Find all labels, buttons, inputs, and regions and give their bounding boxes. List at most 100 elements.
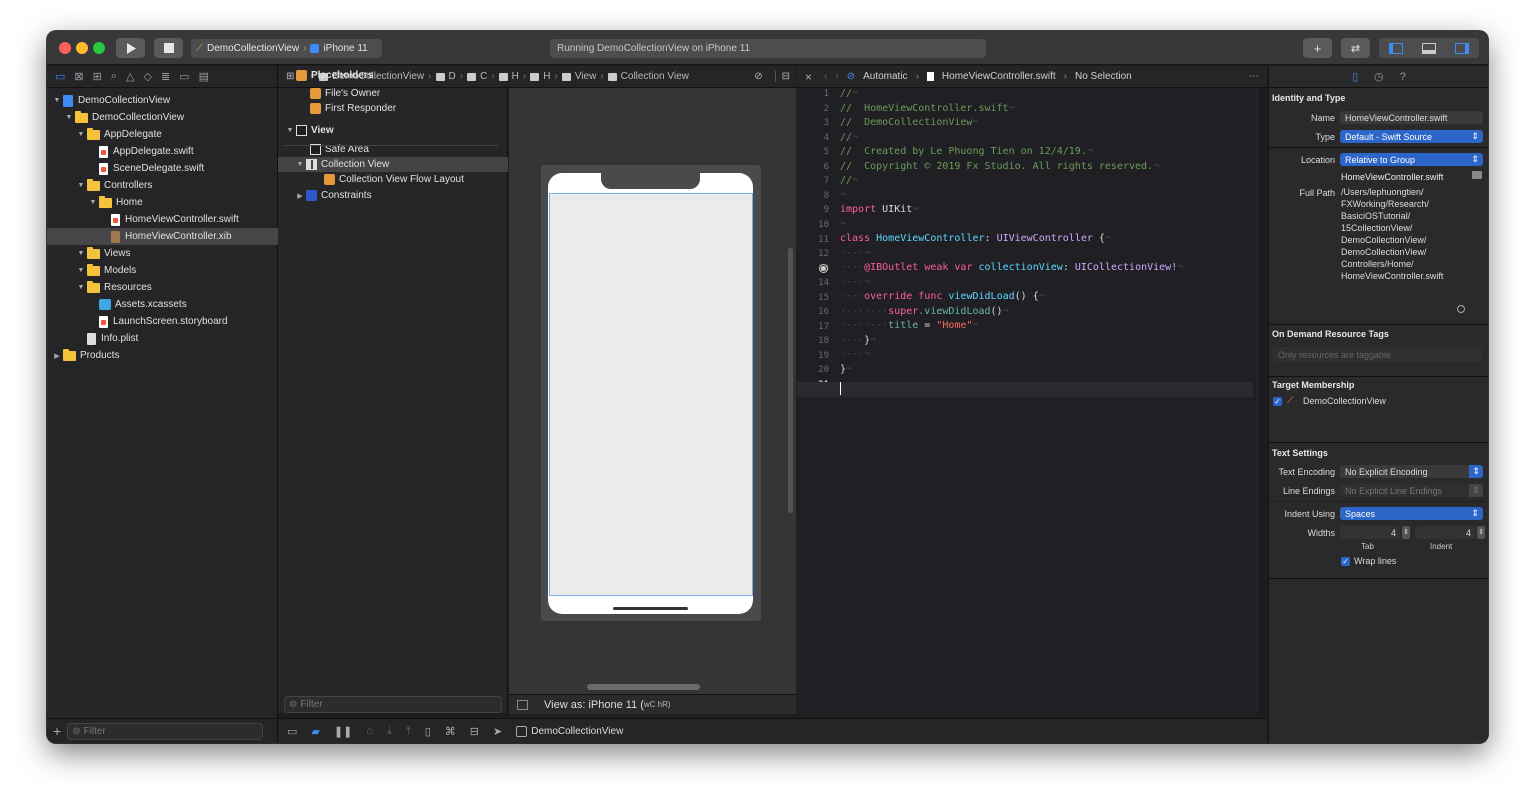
environment-overrides-icon[interactable]: ⊟ [470, 725, 479, 738]
outline-filter-field[interactable]: ⊜ Filter [284, 695, 502, 713]
debug-icon[interactable]: ≣ [161, 70, 170, 83]
history-inspector-icon[interactable]: ◷ [1374, 70, 1384, 83]
vertical-scrollbar[interactable] [788, 248, 793, 513]
file-inspector-icon[interactable]: ▯ [1352, 70, 1358, 83]
navigator-item[interactable]: Assets.xcassets [47, 296, 278, 313]
search-icon[interactable]: ⌕ [111, 70, 117, 83]
step-in-icon[interactable]: ⤓ [387, 725, 392, 738]
tab-stepper[interactable]: ⇕ [1402, 526, 1410, 539]
folder-tab-icon[interactable]: ▭ [55, 70, 65, 83]
endings-select[interactable]: No Explicit Line Endings ⇕ [1340, 484, 1483, 497]
encoding-select[interactable]: No Explicit Encoding ⇕ [1340, 465, 1483, 478]
editor-scroll-gutter[interactable] [1257, 88, 1267, 714]
pause-icon[interactable]: ❚❚ [334, 725, 352, 738]
close-editor-icon[interactable]: × [805, 70, 812, 84]
navigator-filter-field[interactable]: ⊜ Filter [67, 722, 264, 740]
breadcrumb-item[interactable]: Collection View [621, 71, 689, 82]
navigator-item[interactable]: ▶ Products [47, 347, 278, 364]
close-window-button[interactable] [59, 42, 71, 54]
jump-file[interactable]: HomeViewController.swift [942, 71, 1056, 82]
breakpoint-icon[interactable]: ▭ [179, 70, 189, 83]
disclosure-triangle-icon[interactable]: ▶ [296, 192, 304, 200]
breakpoints-toggle-icon[interactable]: ▰ [311, 725, 319, 738]
ib-canvas[interactable] [509, 88, 796, 713]
disclosure-triangle-icon[interactable]: ▶ [53, 352, 61, 360]
scheme-selector[interactable]: ⟋ DemoCollectionView › iPhone 11 [191, 39, 382, 58]
memory-graph-icon[interactable]: ⌘ [445, 725, 456, 738]
simulate-location-icon[interactable]: ➤ [493, 725, 502, 738]
disclosure-triangle-icon[interactable]: ▼ [77, 250, 85, 257]
stop-button[interactable] [154, 38, 183, 58]
navigator-item[interactable]: HomeViewController.swift [47, 211, 278, 228]
debug-target[interactable]: DemoCollectionView [516, 725, 623, 737]
outline-item[interactable]: ▶ Constraints [278, 188, 508, 203]
navigator-item[interactable]: ▼ AppDelegate [47, 126, 278, 143]
add-file-button[interactable]: + [53, 723, 61, 739]
hide-debug-icon[interactable]: ▭ [287, 725, 297, 738]
inspector-toggle-icon[interactable] [1455, 42, 1470, 54]
reveal-in-finder-icon[interactable] [1457, 305, 1465, 313]
help-inspector-icon[interactable]: ? [1400, 71, 1406, 83]
breadcrumb-item[interactable]: View [575, 71, 597, 82]
name-field[interactable]: HomeViewController.swift [1340, 111, 1483, 124]
navigator-item[interactable]: ▼ DemoCollectionView [47, 92, 278, 109]
navigator-item[interactable]: ▼ Models [47, 262, 278, 279]
minimize-window-button[interactable] [76, 42, 88, 54]
code-editor[interactable]: 123456789101112131415161718192021 //¬ //… [797, 88, 1267, 714]
view-as-bar[interactable]: View as: iPhone 11 (wC hR) [509, 694, 796, 714]
debug-toggle-icon[interactable] [1421, 42, 1436, 54]
add-editor-icon[interactable]: ⊟ [774, 71, 790, 82]
outline-item[interactable]: File's Owner [278, 86, 508, 101]
breadcrumb-item[interactable]: H [543, 71, 550, 82]
zoom-window-button[interactable] [93, 42, 105, 54]
adjust-editor-icon[interactable]: ⊘ [754, 71, 762, 82]
target-checkbox[interactable]: ✓ [1273, 397, 1282, 406]
forward-arrow-icon[interactable]: › [835, 71, 838, 82]
disclosure-triangle-icon[interactable]: ▼ [89, 199, 97, 206]
navigator-item[interactable]: Info.plist [47, 330, 278, 347]
indent-width-field[interactable]: 4 [1415, 526, 1475, 539]
folder-browse-icon[interactable] [1472, 171, 1482, 179]
indent-select[interactable]: Spaces ⇕ [1340, 507, 1483, 520]
library-button[interactable]: + [1303, 38, 1332, 58]
jump-mode[interactable]: Automatic [863, 71, 907, 82]
jump-selection[interactable]: No Selection [1075, 71, 1132, 82]
review-changes-button[interactable]: ⇄ [1341, 38, 1370, 58]
navigator-item[interactable]: AppDelegate.swift [47, 143, 278, 160]
source-control-icon[interactable]: ⊠ [74, 70, 83, 83]
horizontal-scrollbar[interactable] [587, 684, 700, 690]
breadcrumb-item[interactable]: H [512, 71, 519, 82]
issue-icon[interactable]: △ [126, 70, 134, 83]
disclosure-triangle-icon[interactable]: ▼ [296, 161, 304, 168]
test-icon[interactable]: ◇ [143, 70, 151, 83]
navigator-toggle-icon[interactable] [1388, 42, 1403, 54]
outline-item[interactable]: Collection View Flow Layout [278, 172, 508, 187]
navigator-item[interactable]: ▼ DemoCollectionView [47, 109, 278, 126]
disclosure-triangle-icon[interactable]: ▼ [77, 267, 85, 274]
outline-item[interactable]: ▼ View [278, 123, 508, 138]
navigator-item[interactable]: HomeViewController.xib [47, 228, 278, 245]
wrap-lines-checkbox[interactable]: ✓ [1341, 557, 1350, 566]
toggle-outline-icon[interactable] [517, 700, 528, 710]
navigator-item[interactable]: ▼ Views [47, 245, 278, 262]
step-over-icon[interactable]: ⌂ [366, 725, 373, 737]
disclosure-triangle-icon[interactable]: ▼ [77, 182, 85, 189]
outline-item[interactable]: Placeholders [278, 68, 508, 83]
navigator-item[interactable]: LaunchScreen.storyboard [47, 313, 278, 330]
navigator-item[interactable]: ▼ Resources [47, 279, 278, 296]
disclosure-triangle-icon[interactable]: ▼ [286, 127, 294, 134]
disclosure-triangle-icon[interactable]: ▼ [65, 114, 73, 121]
symbol-icon[interactable]: ⊞ [93, 70, 102, 83]
indent-stepper[interactable]: ⇕ [1477, 526, 1485, 539]
location-select[interactable]: Relative to Group ⇕ [1340, 153, 1483, 166]
back-arrow-icon[interactable]: ‹ [824, 71, 827, 82]
navigator-item[interactable]: ▼ Home [47, 194, 278, 211]
odr-tags-field[interactable]: Only resources are taggable [1273, 347, 1483, 362]
report-icon[interactable]: ▤ [199, 70, 209, 83]
options-icon[interactable]: ⋯ [1249, 71, 1259, 82]
collection-view[interactable] [549, 193, 753, 596]
navigator-item[interactable]: ▼ Controllers [47, 177, 278, 194]
disclosure-triangle-icon[interactable]: ▼ [77, 131, 85, 138]
disclosure-triangle-icon[interactable]: ▼ [77, 284, 85, 291]
view-debugger-icon[interactable]: ▯ [425, 725, 431, 738]
